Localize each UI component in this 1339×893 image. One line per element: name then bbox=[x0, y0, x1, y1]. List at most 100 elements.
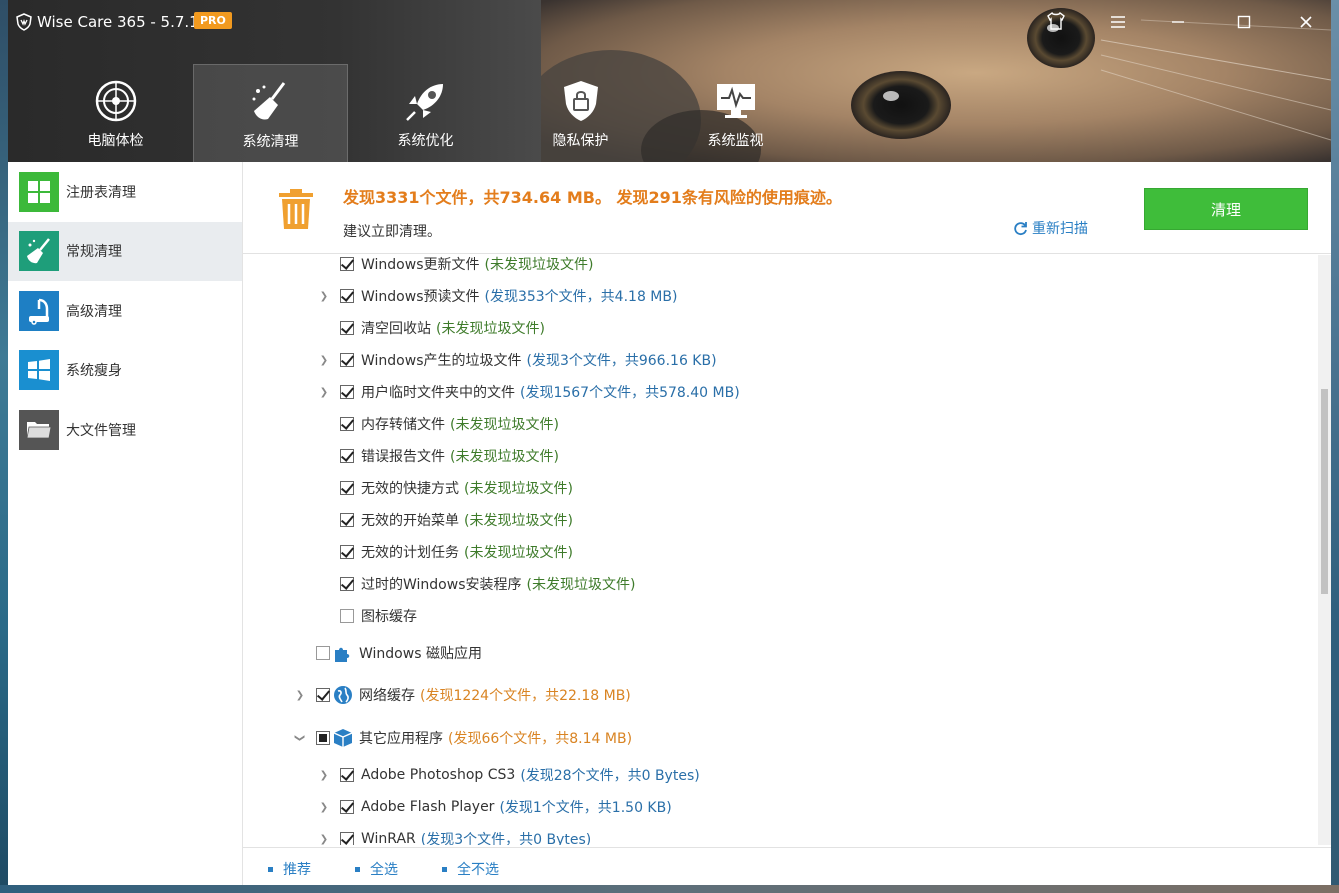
list-item[interactable]: ❯ Adobe Flash Player (发现1个文件，共1.50 KB) bbox=[318, 795, 672, 819]
checkbox[interactable] bbox=[340, 449, 354, 463]
list-item[interactable]: 无效的快捷方式 (未发现垃圾文件) bbox=[318, 476, 573, 500]
tab-pc-checkup[interactable]: 电脑体检 bbox=[38, 64, 193, 162]
sidebar-item-large-file-manager[interactable]: 大文件管理 bbox=[8, 400, 242, 460]
checkbox[interactable] bbox=[340, 321, 354, 335]
sidebar-item-common-clean[interactable]: 常规清理 bbox=[8, 221, 242, 281]
group-row[interactable]: ❯ 其它应用程序 (发现66个文件，共8.14 MB) bbox=[294, 726, 632, 750]
item-name: Adobe Photoshop CS3 bbox=[361, 767, 516, 783]
item-note: (未发现垃圾文件) bbox=[436, 321, 545, 337]
list-item[interactable]: ❯ 用户临时文件夹中的文件 (发现1567个文件，共578.40 MB) bbox=[318, 380, 740, 404]
sidebar-item-system-slim[interactable]: 系统瘦身 bbox=[8, 341, 242, 401]
maximize-button[interactable] bbox=[1230, 12, 1258, 36]
expander bbox=[318, 578, 330, 590]
list-item[interactable]: 过时的Windows安装程序 (未发现垃圾文件) bbox=[318, 572, 635, 596]
shield-lock-icon bbox=[563, 81, 598, 121]
select-none-link[interactable]: 全不选 bbox=[442, 859, 499, 879]
checkbox[interactable] bbox=[316, 731, 330, 745]
list-item[interactable]: ❯ Windows预读文件 (发现353个文件，共4.18 MB) bbox=[318, 284, 677, 308]
tab-system-optimize[interactable]: 系统优化 bbox=[348, 64, 503, 162]
checkbox[interactable] bbox=[316, 688, 330, 702]
sidebar-item-label: 大文件管理 bbox=[66, 422, 136, 439]
sidebar-item-registry-clean[interactable]: 注册表清理 bbox=[8, 162, 242, 222]
trash-icon bbox=[279, 189, 313, 229]
bullet-icon bbox=[268, 866, 273, 872]
sidebar: 注册表清理 常规清理 高级清理 系统瘦身 大文件管理 bbox=[8, 162, 243, 885]
chevron-right-icon[interactable]: ❯ bbox=[318, 833, 330, 845]
group-row[interactable]: Windows 磁贴应用 bbox=[294, 641, 482, 665]
group-name: 网络缓存 bbox=[359, 688, 415, 704]
list-item[interactable]: ❯ WinRAR (发现3个文件，共0 Bytes) bbox=[318, 827, 591, 845]
list-item[interactable]: 错误报告文件 (未发现垃圾文件) bbox=[318, 444, 559, 468]
list-item[interactable]: 无效的开始菜单 (未发现垃圾文件) bbox=[318, 508, 573, 532]
group-note: (发现1224个文件，共22.18 MB) bbox=[420, 688, 631, 704]
checkbox[interactable] bbox=[340, 832, 354, 845]
item-note: (发现3个文件，共0 Bytes) bbox=[420, 832, 592, 845]
group-name: Windows 磁贴应用 bbox=[359, 646, 482, 662]
tab-label: 电脑体检 bbox=[87, 133, 144, 149]
desktop-background-left bbox=[0, 0, 8, 893]
list-scrollbar[interactable] bbox=[1318, 255, 1331, 845]
checkbox[interactable] bbox=[340, 481, 354, 495]
globe-icon bbox=[332, 684, 354, 706]
rescan-link[interactable]: 重新扫描 bbox=[1013, 218, 1088, 238]
skin-button[interactable] bbox=[1042, 11, 1070, 36]
expander bbox=[318, 258, 330, 270]
box-icon bbox=[332, 727, 354, 749]
tshirt-icon bbox=[1047, 11, 1065, 30]
sidebar-item-label: 注册表清理 bbox=[66, 184, 136, 201]
checkbox[interactable] bbox=[340, 800, 354, 814]
chevron-right-icon[interactable]: ❯ bbox=[318, 290, 330, 302]
chevron-down-icon[interactable]: ❯ bbox=[294, 732, 306, 744]
list-item[interactable]: ❯ Adobe Photoshop CS3 (发现28个文件，共0 Bytes) bbox=[318, 763, 700, 787]
item-name: 错误报告文件 bbox=[361, 449, 445, 465]
chevron-right-icon[interactable]: ❯ bbox=[318, 386, 330, 398]
chevron-right-icon[interactable]: ❯ bbox=[318, 769, 330, 781]
desktop-background-bottom bbox=[0, 885, 1339, 893]
sidebar-item-label: 系统瘦身 bbox=[66, 363, 122, 380]
checkbox[interactable] bbox=[316, 646, 330, 660]
group-row[interactable]: ❯ 网络缓存 (发现1224个文件，共22.18 MB) bbox=[294, 683, 631, 707]
tab-privacy-protect[interactable]: 隐私保护 bbox=[503, 64, 658, 162]
checkbox[interactable] bbox=[340, 513, 354, 527]
expander bbox=[318, 610, 330, 622]
clean-button[interactable]: 清理 bbox=[1144, 188, 1308, 230]
list-item[interactable]: Windows更新文件 (未发现垃圾文件) bbox=[318, 255, 593, 276]
checkbox[interactable] bbox=[340, 577, 354, 591]
list-item[interactable]: 图标缓存 bbox=[318, 604, 417, 628]
checkbox[interactable] bbox=[340, 417, 354, 431]
item-name: Windows预读文件 bbox=[361, 289, 480, 305]
checkbox[interactable] bbox=[340, 385, 354, 399]
list-item[interactable]: ❯ Windows产生的垃圾文件 (发现3个文件，共966.16 KB) bbox=[318, 348, 717, 372]
checkbox[interactable] bbox=[340, 609, 354, 623]
tab-system-clean[interactable]: 系统清理 bbox=[193, 64, 348, 162]
list-item[interactable]: 清空回收站 (未发现垃圾文件) bbox=[318, 316, 545, 340]
checkbox[interactable] bbox=[340, 353, 354, 367]
list-item[interactable]: 内存转储文件 (未发现垃圾文件) bbox=[318, 412, 559, 436]
minimize-icon bbox=[1172, 21, 1184, 23]
tab-system-monitor[interactable]: 系统监视 bbox=[658, 64, 813, 162]
list-item[interactable]: 无效的计划任务 (未发现垃圾文件) bbox=[318, 540, 573, 564]
scrollbar-thumb[interactable] bbox=[1321, 389, 1328, 594]
maximize-icon bbox=[1237, 15, 1251, 29]
sidebar-item-advanced-clean[interactable]: 高级清理 bbox=[8, 281, 242, 341]
checkbox[interactable] bbox=[340, 257, 354, 271]
select-all-link[interactable]: 全选 bbox=[355, 859, 398, 879]
chevron-right-icon[interactable]: ❯ bbox=[318, 354, 330, 366]
chevron-right-icon[interactable]: ❯ bbox=[318, 801, 330, 813]
minimize-button[interactable] bbox=[1164, 12, 1192, 36]
item-note: (发现353个文件，共4.18 MB) bbox=[484, 289, 678, 305]
clean-item-list: Windows更新文件 (未发现垃圾文件) ❯ Windows预读文件 (发现3… bbox=[243, 255, 1318, 845]
chevron-right-icon[interactable]: ❯ bbox=[294, 689, 306, 701]
recommend-link[interactable]: 推荐 bbox=[268, 859, 311, 879]
item-note: (未发现垃圾文件) bbox=[484, 257, 594, 273]
scan-summary: 发现3331个文件，共734.64 MB。 发现291条有风险的使用痕迹。 建议… bbox=[243, 162, 1331, 254]
close-button[interactable] bbox=[1292, 12, 1320, 36]
checkbox[interactable] bbox=[340, 768, 354, 782]
checkbox[interactable] bbox=[340, 289, 354, 303]
expander bbox=[294, 647, 306, 659]
item-note: (未发现垃圾文件) bbox=[464, 545, 573, 561]
checkbox[interactable] bbox=[340, 545, 354, 559]
menu-button[interactable] bbox=[1104, 12, 1132, 36]
app-window: Wise Care 365 - 5.7.1 PRO 电脑体检 系统清理 系统优化… bbox=[8, 0, 1331, 885]
item-name: 清空回收站 bbox=[361, 321, 431, 337]
